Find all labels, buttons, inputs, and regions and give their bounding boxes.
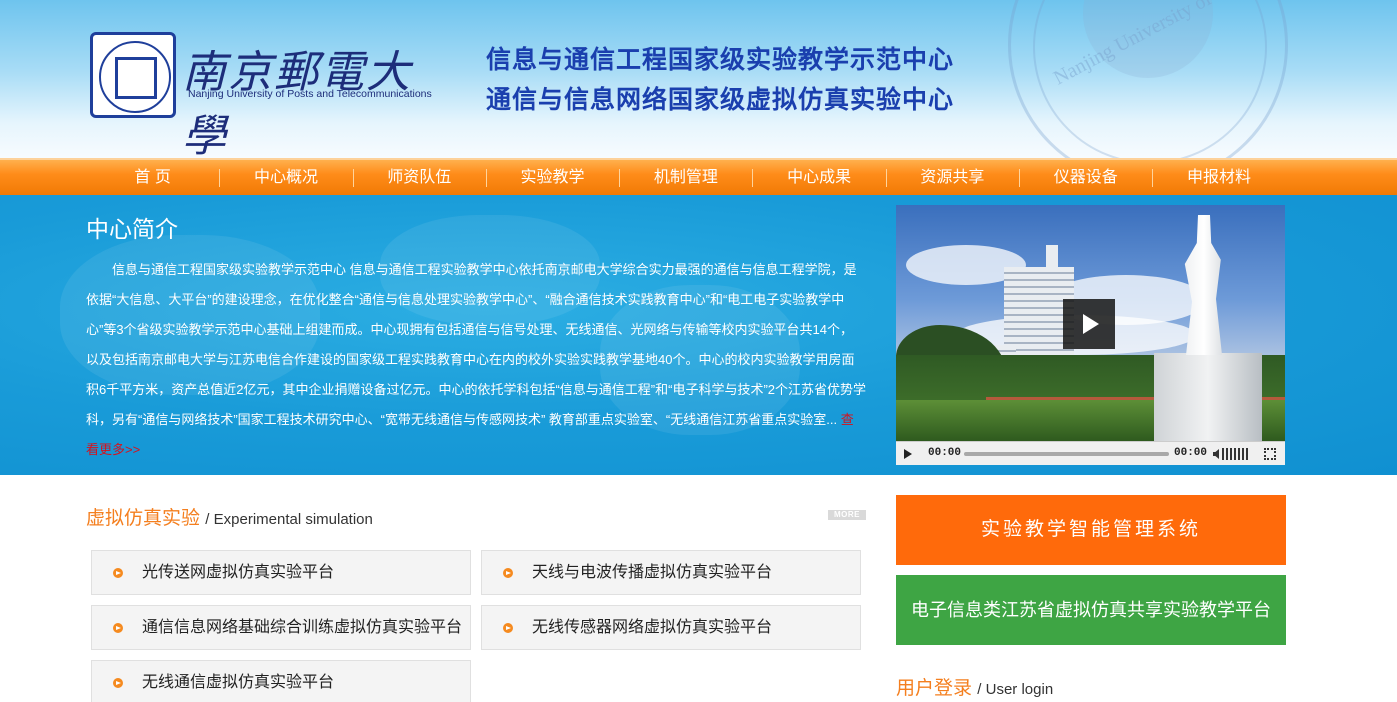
intro-section: 中心简介 信息与通信工程国家级实验教学示范中心 信息与通信工程实验教学中心依托南… (0, 195, 1397, 475)
university-name-en: Nanjing University of Posts and Telecomm… (188, 88, 432, 100)
nav-item-materials[interactable]: 申报材料 (1152, 160, 1285, 195)
simulation-item[interactable]: 通信信息网络基础综合训练虚拟仿真实验平台 (91, 605, 471, 650)
current-time: 00:00 (928, 447, 962, 459)
simulation-item[interactable]: 天线与电波传播虚拟仿真实验平台 (481, 550, 861, 595)
simulation-title-en: / Experimental simulation (205, 511, 373, 528)
virtual-platform-button[interactable]: 电子信息类江苏省虚拟仿真共享实验教学平台 (896, 575, 1286, 645)
progress-bar[interactable] (964, 452, 1169, 456)
intro-text: 信息与通信工程国家级实验教学示范中心 信息与通信工程实验教学中心依托南京邮电大学… (86, 255, 866, 465)
duration: 00:00 (1174, 447, 1208, 459)
video-controls: 00:00 00:00 (896, 441, 1285, 465)
simulation-item-label: 天线与电波传播虚拟仿真实验平台 (532, 564, 773, 581)
university-logo[interactable]: 南京郵電大學 Nanjing University of Posts and T… (90, 30, 435, 158)
volume-icon[interactable] (1213, 449, 1219, 459)
arrow-bullet-icon (113, 678, 123, 688)
nav-item-management[interactable]: 机制管理 (619, 160, 752, 195)
simulation-section-title: 虚拟仿真实验 / Experimental simulation (86, 503, 373, 530)
simulation-item[interactable]: 光传送网虚拟仿真实验平台 (91, 550, 471, 595)
center-title-1: 信息与通信工程国家级实验教学示范中心 (486, 46, 955, 74)
more-button[interactable]: MORE (828, 510, 866, 520)
simulation-item[interactable]: 无线通信虚拟仿真实验平台 (91, 660, 471, 702)
nav-item-teaching[interactable]: 实验教学 (485, 160, 619, 195)
university-emblem-icon (90, 32, 176, 118)
simulation-item-label: 无线传感器网络虚拟仿真实验平台 (532, 619, 773, 636)
main-nav: 首 页 中心概况 师资队伍 实验教学 机制管理 中心成果 资源共享 仪器设备 申… (0, 158, 1397, 195)
simulation-item-label: 无线通信虚拟仿真实验平台 (142, 674, 335, 691)
arrow-bullet-icon (113, 623, 123, 633)
center-titles: 信息与通信工程国家级实验教学示范中心 通信与信息网络国家级虚拟仿真实验中心 (486, 40, 954, 120)
arrow-bullet-icon (503, 568, 513, 578)
lab-management-system-button[interactable]: 实验教学智能管理系统 (896, 495, 1286, 565)
simulation-title-cn: 虚拟仿真实验 (86, 508, 201, 529)
intro-paragraph: 信息与通信工程国家级实验教学示范中心 信息与通信工程实验教学中心依托南京邮电大学… (86, 262, 867, 427)
simulation-item-label: 通信信息网络基础综合训练虚拟仿真实验平台 (142, 619, 463, 636)
nav-item-home[interactable]: 首 页 (86, 160, 219, 195)
site-header: Nanjing University of Posts and Telecomm… (0, 0, 1397, 158)
nav-item-overview[interactable]: 中心概况 (219, 160, 352, 195)
arrow-bullet-icon (113, 568, 123, 578)
simulation-item[interactable]: 无线传感器网络虚拟仿真实验平台 (481, 605, 861, 650)
intro-title: 中心简介 (86, 216, 178, 242)
video-player[interactable]: 00:00 00:00 (896, 205, 1285, 465)
nav-item-equipment[interactable]: 仪器设备 (1019, 160, 1152, 195)
login-section-title: 用户登录 / User login (896, 673, 1053, 700)
simulation-item-label: 光传送网虚拟仿真实验平台 (142, 564, 335, 581)
nav-item-resources[interactable]: 资源共享 (885, 160, 1019, 195)
fullscreen-icon[interactable] (1264, 448, 1276, 460)
volume-slider[interactable] (1222, 448, 1248, 460)
nav-item-faculty[interactable]: 师资队伍 (352, 160, 486, 195)
arrow-bullet-icon (503, 623, 513, 633)
play-icon[interactable] (904, 449, 912, 459)
login-title-en: / User login (977, 681, 1054, 698)
center-title-2: 通信与信息网络国家级虚拟仿真实验中心 (486, 86, 955, 114)
login-title-cn: 用户登录 (896, 678, 973, 699)
play-overlay-button[interactable] (1063, 299, 1115, 349)
nav-item-achievements[interactable]: 中心成果 (752, 160, 885, 195)
